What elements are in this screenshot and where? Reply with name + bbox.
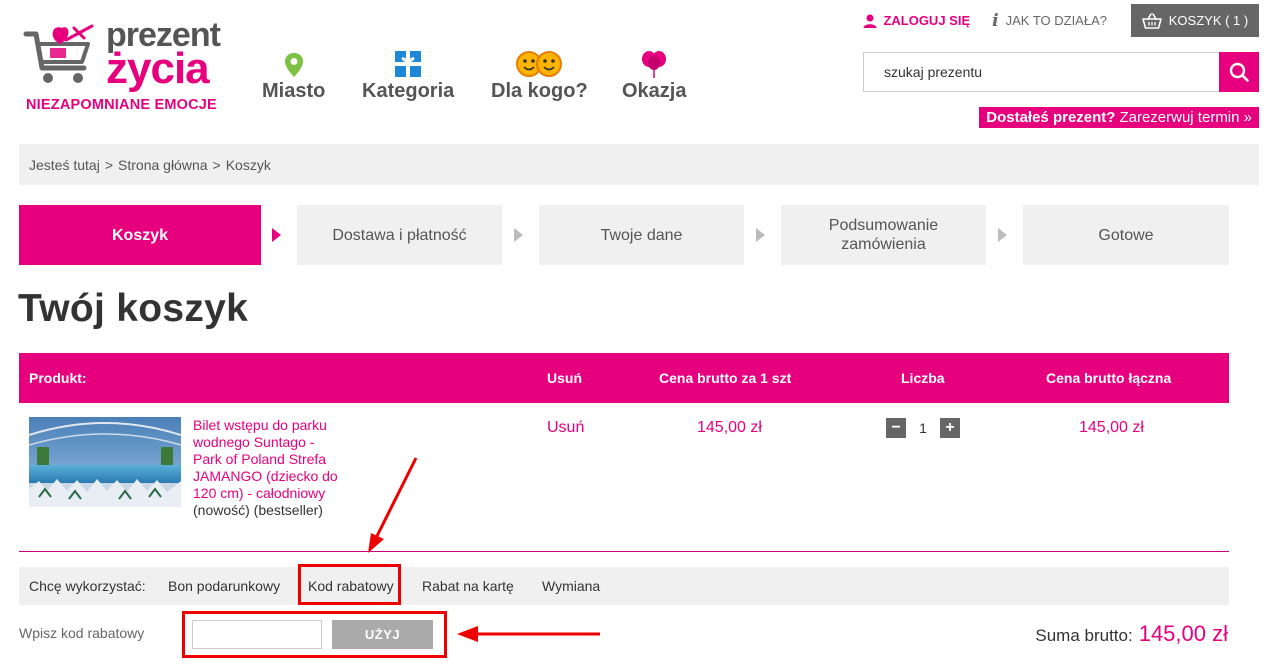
total-price: 145,00 zł <box>1079 419 1144 436</box>
tab-rabat-na-karte[interactable]: Rabat na kartę <box>422 578 514 594</box>
search-icon <box>1229 62 1249 82</box>
login-link[interactable]: ZALOGUJ SIĘ <box>863 13 970 28</box>
breadcrumb-home[interactable]: Strona główna <box>118 157 208 173</box>
header-total: Cena brutto łączna <box>1046 370 1172 386</box>
nav-okazja[interactable]: Okazja <box>622 48 686 103</box>
arrow-icon <box>457 626 600 642</box>
highlight-box <box>298 564 401 605</box>
header-remove: Usuń <box>547 370 582 386</box>
logo-tagline: NIEZAPOMNIANE EMOCJE <box>26 97 217 113</box>
promo-bold: Dostałeś prezent? <box>986 109 1116 126</box>
breadcrumb-separator: > <box>212 156 221 173</box>
discount-tabs: Chcę wykorzystać: Bon podarunkowy Kod ra… <box>19 567 1229 605</box>
breadcrumb-prefix: Jesteś tutaj <box>29 156 100 173</box>
nav-kategoria[interactable]: Kategoria <box>362 48 454 103</box>
login-label: ZALOGUJ SIĘ <box>883 13 971 28</box>
nav-label: Dla kogo? <box>491 80 588 102</box>
cart-button[interactable]: KOSZYK ( 1 ) <box>1131 4 1259 37</box>
gift-icon <box>395 51 422 77</box>
plus-button[interactable]: + <box>940 418 960 438</box>
step-podsumowanie: Podsumowanie zamówienia <box>781 205 986 265</box>
step-gotowe: Gotowe <box>1023 205 1229 265</box>
nav-label: Kategoria <box>362 80 455 102</box>
order-summary: Suma brutto: 145,00 zł <box>1035 621 1228 647</box>
step-arrow-icon <box>514 228 523 242</box>
search-bar <box>863 52 1259 92</box>
minus-button[interactable]: − <box>886 418 906 438</box>
code-label: Wpisz kod rabatowy <box>19 625 145 641</box>
header-quantity: Liczba <box>901 370 945 386</box>
help-link[interactable]: i JAK TO DZIAŁA? <box>992 11 1107 31</box>
cart-label: KOSZYK ( 1 ) <box>1168 13 1249 28</box>
breadcrumb-separator: > <box>104 156 114 173</box>
faces-icon <box>516 51 563 77</box>
search-button[interactable] <box>1219 52 1259 92</box>
nav-label: Miasto <box>262 80 326 102</box>
step-arrow-icon <box>756 228 765 242</box>
cart-logo-icon <box>23 24 94 83</box>
nav-miasto[interactable]: Miasto <box>262 48 325 103</box>
product-name-link[interactable]: Bilet wstępu do parku wodnego Suntago - … <box>193 417 343 519</box>
user-icon <box>863 14 877 28</box>
table-row: Bilet wstępu do parku wodnego Suntago - … <box>19 403 1229 552</box>
step-dane: Twoje dane <box>539 205 744 265</box>
help-label: JAK TO DZIAŁA? <box>1005 13 1107 28</box>
quantity-value: 1 <box>919 420 927 436</box>
top-links: ZALOGUJ SIĘ i JAK TO DZIAŁA? KOSZYK ( 1 … <box>863 4 1259 37</box>
sum-label: Suma brutto: <box>1035 626 1133 645</box>
step-arrow-icon <box>272 228 281 242</box>
logo[interactable]: prezent życia NIEZAPOMNIANE EMOCJE <box>22 16 242 116</box>
balloons-icon <box>642 51 667 78</box>
search-input[interactable] <box>863 52 1219 92</box>
page-title: Twój koszyk <box>18 287 249 330</box>
step-dostawa: Dostawa i płatność <box>297 205 502 265</box>
step-koszyk: Koszyk <box>19 205 261 265</box>
checkout-steps: Koszyk Dostawa i płatność Twoje dane Pod… <box>19 205 1229 265</box>
discount-code-input[interactable] <box>192 620 322 649</box>
cart-table-header: Produkt: Usuń Cena brutto za 1 szt Liczb… <box>19 353 1229 403</box>
remove-link[interactable]: Usuń <box>547 419 584 437</box>
promo-text: Zarezerwuj termin » <box>1119 109 1252 126</box>
nav-label: Okazja <box>622 80 687 102</box>
logo-text-zycia: życia <box>106 44 210 93</box>
breadcrumb-current: Koszyk <box>225 156 271 173</box>
map-pin-icon <box>284 53 303 77</box>
sum-value: 145,00 zł <box>1138 621 1228 646</box>
unit-price: 145,00 zł <box>697 419 762 436</box>
tab-bon-podarunkowy[interactable]: Bon podarunkowy <box>168 578 280 594</box>
header-unit-price: Cena brutto za 1 szt <box>659 370 792 386</box>
product-name: Bilet wstępu do parku wodnego Suntago - … <box>193 417 338 501</box>
breadcrumb: Jesteś tutaj > Strona główna > Koszyk <box>19 144 1259 185</box>
step-arrow-icon <box>998 228 1007 242</box>
product-image[interactable] <box>29 417 181 507</box>
promo-banner[interactable]: Dostałeś prezent? Zarezerwuj termin » <box>979 107 1259 128</box>
quantity-stepper: − 1 + <box>886 418 960 438</box>
product-tags: (nowość) (bestseller) <box>193 502 323 518</box>
basket-icon <box>1141 12 1162 29</box>
nav-dla-kogo[interactable]: Dla kogo? <box>491 48 588 103</box>
header-product: Produkt: <box>29 370 87 386</box>
use-code-button[interactable]: UŻYJ <box>332 620 433 649</box>
info-icon: i <box>992 10 999 31</box>
tab-wymiana[interactable]: Wymiana <box>542 578 600 594</box>
discount-label: Chcę wykorzystać: <box>29 578 146 594</box>
